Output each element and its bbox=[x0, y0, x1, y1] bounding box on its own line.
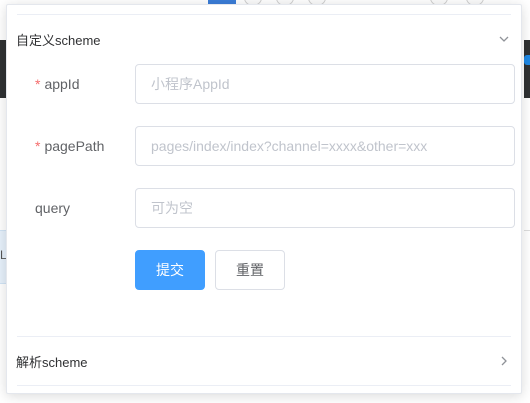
section-divider bbox=[17, 14, 511, 15]
scheme-popup: 自定义scheme *appId *pagePath query 提交 重置 解… bbox=[6, 4, 522, 394]
section-divider bbox=[17, 385, 511, 386]
required-asterisk: * bbox=[35, 138, 41, 154]
background-indicator bbox=[524, 55, 530, 65]
chevron-down-icon bbox=[497, 32, 511, 46]
submit-button[interactable]: 提交 bbox=[135, 250, 205, 290]
appid-input[interactable] bbox=[135, 64, 515, 104]
parse-scheme-header[interactable]: 解析scheme bbox=[16, 341, 511, 381]
pagepath-row: * pagePath bbox=[7, 126, 521, 166]
custom-scheme-title: 自定义scheme bbox=[16, 32, 101, 48]
parse-scheme-title: 解析scheme bbox=[16, 354, 88, 370]
query-label: query bbox=[35, 200, 71, 216]
pagepath-input[interactable] bbox=[135, 126, 515, 166]
chevron-right-icon bbox=[497, 354, 511, 368]
query-input[interactable] bbox=[135, 188, 515, 228]
required-asterisk: * bbox=[35, 76, 41, 92]
reset-button[interactable]: 重置 bbox=[215, 250, 285, 290]
section-divider bbox=[17, 336, 511, 337]
custom-scheme-header[interactable]: 自定义scheme bbox=[16, 19, 511, 59]
background-header-band bbox=[524, 40, 530, 98]
pagepath-label: * pagePath bbox=[35, 138, 105, 154]
background-divider bbox=[524, 230, 530, 231]
appid-row: * appId bbox=[7, 64, 521, 104]
appid-label: * appId bbox=[35, 76, 80, 92]
query-row: query bbox=[7, 188, 521, 228]
